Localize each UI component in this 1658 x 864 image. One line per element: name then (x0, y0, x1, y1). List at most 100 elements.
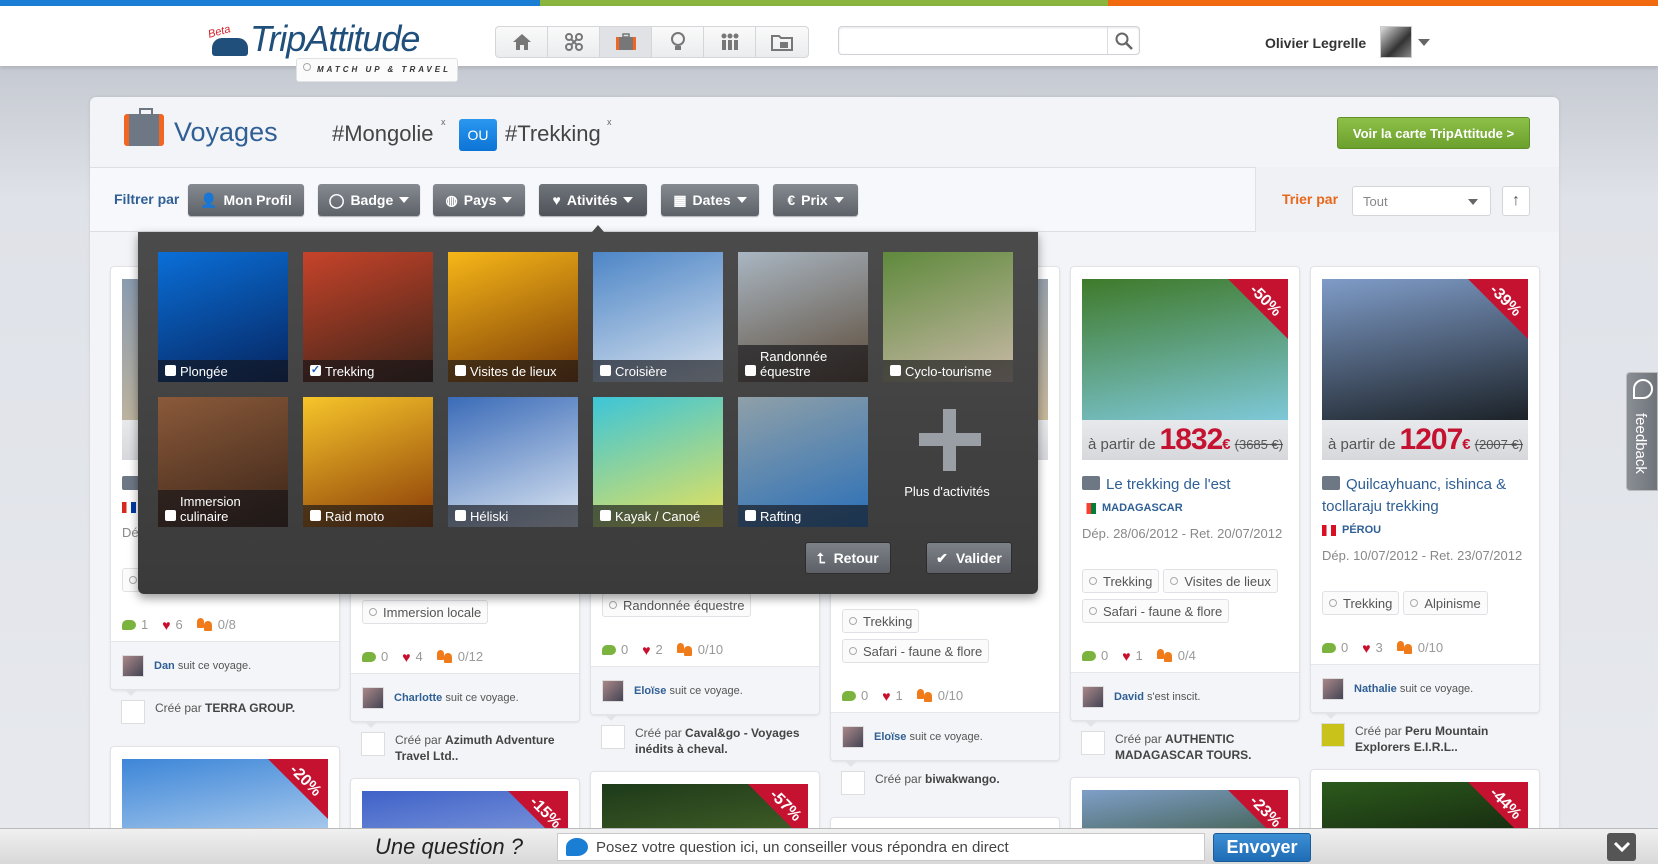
sort-direction-button[interactable]: ↑ (1502, 186, 1530, 216)
trip-card[interactable]: -50% à partir de 1832 € (3685 €) Le trekking … (1070, 266, 1300, 721)
nav-people[interactable] (704, 27, 756, 57)
filter-badge-button[interactable]: ◯ Badge (318, 184, 420, 216)
trip-title[interactable]: Le trekking de l'est (1082, 474, 1288, 496)
likes-count[interactable]: ♥ 4 (402, 649, 423, 665)
back-button[interactable]: ⮤ Retour (805, 542, 891, 574)
activity-tile[interactable]: Rafting (738, 397, 868, 527)
comments-count[interactable]: 1 (122, 617, 148, 632)
activity-checkbox[interactable] (745, 510, 756, 521)
creator-logo[interactable] (1081, 731, 1105, 755)
user-menu-caret-icon[interactable] (1418, 39, 1430, 46)
confirm-button[interactable]: ✔ Valider (926, 542, 1012, 574)
comments-count[interactable]: 0 (362, 649, 388, 664)
activity-checkbox[interactable]: ✓ (310, 365, 321, 376)
user-name[interactable]: Olivier Legrelle (1265, 35, 1366, 51)
comments-count[interactable]: 0 (1082, 648, 1108, 663)
nav-folder[interactable] (756, 27, 808, 57)
activity-checkbox[interactable] (455, 510, 466, 521)
activity-tag[interactable]: Alpinisme (1403, 591, 1488, 615)
creator-logo[interactable] (121, 700, 145, 724)
filter-pays-button[interactable]: ◍ Pays (433, 184, 525, 216)
comments-count[interactable]: 0 (842, 688, 868, 703)
comments-count[interactable]: 0 (602, 642, 628, 657)
more-activities-button[interactable]: Plus d'activités (882, 389, 1012, 519)
activity-user[interactable]: Eloïse (874, 731, 906, 743)
activity-tag[interactable]: Randonnée équestre (602, 593, 752, 617)
activity-checkbox[interactable] (455, 365, 466, 376)
activity-tile[interactable]: Randonnée équestre (738, 252, 868, 382)
avatar[interactable] (362, 686, 384, 709)
likes-count[interactable]: ♥ 2 (642, 642, 663, 658)
likes-count[interactable]: ♥ 6 (162, 617, 183, 633)
creator-logo[interactable] (361, 732, 385, 756)
operator-badge[interactable]: OU (459, 119, 497, 151)
search-input[interactable] (839, 27, 1099, 54)
chat-input[interactable] (596, 838, 1204, 856)
creator-name[interactable]: biwakwango. (925, 772, 1000, 786)
activity-tile[interactable]: Cyclo-tourisme (883, 252, 1013, 382)
search-button[interactable] (1107, 27, 1139, 54)
feedback-tab[interactable]: feedback (1626, 372, 1658, 491)
activity-tile[interactable]: Plongée (158, 252, 288, 382)
remove-tag-button[interactable]: x (441, 117, 446, 127)
activity-tile[interactable]: Héliski (448, 397, 578, 527)
likes-count[interactable]: ♥ 1 (882, 688, 903, 704)
collapse-button[interactable] (1607, 833, 1636, 861)
avatar[interactable] (1380, 26, 1412, 58)
activity-checkbox[interactable] (310, 510, 321, 521)
activity-checkbox[interactable] (745, 365, 756, 376)
activity-tile[interactable]: Raid moto (303, 397, 433, 527)
activity-tile[interactable]: Croisière (593, 252, 723, 382)
filter-dates-button[interactable]: ▦ Dates (661, 184, 759, 216)
sort-select[interactable]: Tout (1352, 186, 1491, 216)
activity-tag[interactable]: Safari - faune & flore (842, 639, 990, 663)
likes-count[interactable]: ♥ 3 (1362, 640, 1383, 656)
activity-user[interactable]: Charlotte (394, 692, 442, 704)
logo[interactable]: Beta TripAttitude MATCH UP & TRAVEL (207, 18, 458, 82)
trip-image[interactable]: -50% (1082, 279, 1288, 420)
creator-logo[interactable] (601, 725, 625, 749)
activity-checkbox[interactable] (890, 365, 901, 376)
activity-tag[interactable]: Trekking (1322, 591, 1400, 615)
activity-tag[interactable]: Visites de lieux (1163, 569, 1278, 593)
activity-tag[interactable]: Immersion locale (362, 600, 489, 624)
activity-user[interactable]: Eloïse (634, 685, 666, 697)
avatar[interactable] (122, 654, 144, 677)
send-button[interactable]: Envoyer (1213, 833, 1311, 862)
nav-home[interactable] (496, 27, 548, 57)
avatar[interactable] (602, 679, 624, 702)
creator-logo[interactable] (841, 771, 865, 795)
comments-count[interactable]: 0 (1322, 640, 1348, 655)
likes-count[interactable]: ♥ 1 (1122, 648, 1143, 664)
activity-tile[interactable]: Immersion culinaire (158, 397, 288, 527)
filter-mon-profil-button[interactable]: 👤 Mon Profil (188, 184, 304, 216)
map-button[interactable]: Voir la carte TripAttitude > (1337, 117, 1530, 149)
activity-checkbox[interactable] (600, 365, 611, 376)
activity-checkbox[interactable] (165, 365, 176, 376)
avatar[interactable] (1322, 677, 1344, 700)
nav-trips[interactable] (600, 27, 652, 57)
avatar[interactable] (1082, 685, 1104, 708)
activity-tag[interactable]: Trekking (1082, 569, 1160, 593)
avatar[interactable] (842, 725, 864, 748)
trip-card[interactable]: -39% à partir de 1207 € (2007 €) Quilcayhuanc… (1310, 266, 1540, 713)
creator-name[interactable]: TERRA GROUP. (205, 701, 295, 715)
filter-ativités-button[interactable]: ♥ Ativités (539, 184, 647, 216)
activity-tile[interactable]: Trekking ✓ (303, 252, 433, 382)
creator-logo[interactable] (1321, 723, 1345, 747)
activity-checkbox[interactable] (165, 510, 176, 521)
filter-prix-button[interactable]: € Prix (773, 184, 858, 216)
activity-user[interactable]: Nathalie (1354, 683, 1397, 695)
nav-ideas[interactable] (652, 27, 704, 57)
activity-user[interactable]: David (1114, 691, 1144, 703)
activity-tile[interactable]: Kayak / Canoé (593, 397, 723, 527)
activity-user[interactable]: Dan (154, 660, 175, 672)
activity-checkbox[interactable] (600, 510, 611, 521)
remove-tag-button[interactable]: x (607, 117, 612, 127)
activity-tag[interactable]: Trekking (842, 609, 920, 633)
trip-title[interactable]: Quilcayhuanc, ishinca & tocllaraju trekk… (1322, 474, 1528, 518)
nav-network[interactable] (548, 27, 600, 57)
activity-tag[interactable]: Safari - faune & flore (1082, 599, 1230, 623)
trip-image[interactable]: -39% (1322, 279, 1528, 420)
activity-tile[interactable]: Visites de lieux (448, 252, 578, 382)
